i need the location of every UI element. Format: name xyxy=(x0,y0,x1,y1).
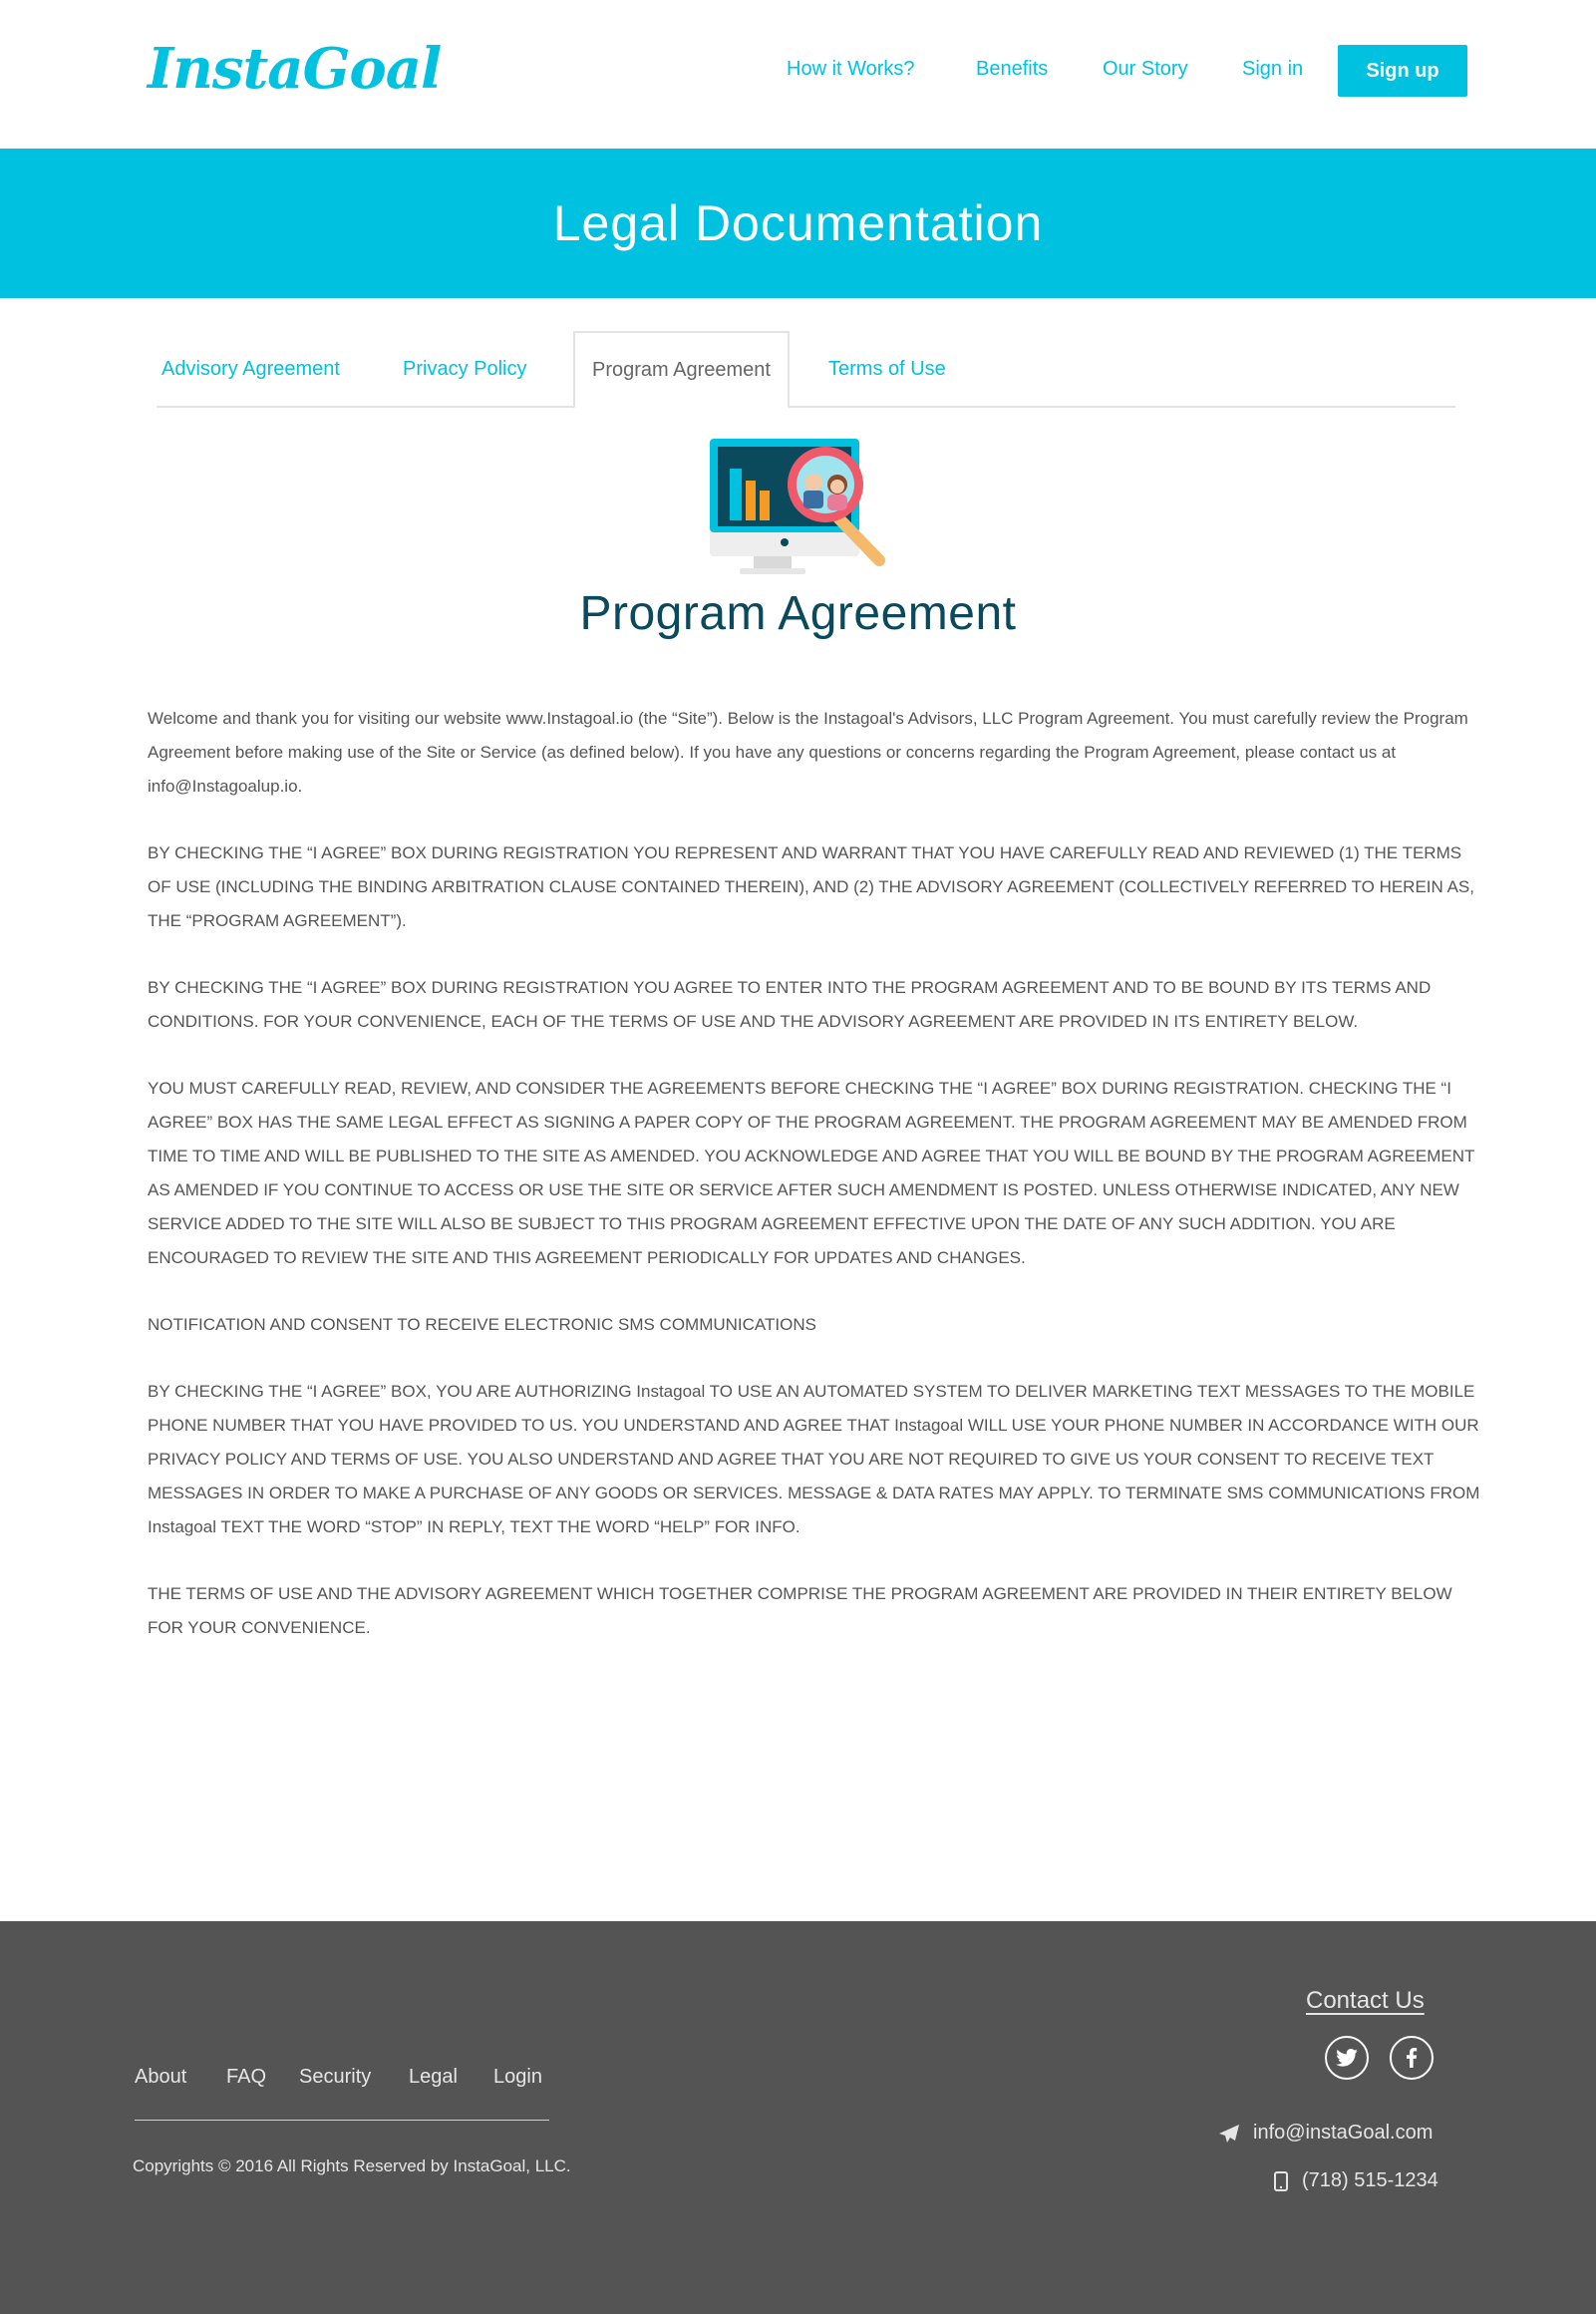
document-title: Program Agreement xyxy=(579,587,1017,640)
nav-our-story[interactable]: Our Story xyxy=(1103,58,1188,81)
mobile-phone-icon xyxy=(1274,2170,1288,2191)
site-header: InstaGoal How it Works? Benefits Our Sto… xyxy=(0,0,1596,149)
footer-link-login[interactable]: Login xyxy=(493,2066,542,2089)
tab-privacy-policy[interactable]: Privacy Policy xyxy=(403,331,526,407)
paragraph: Welcome and thank you for visiting our w… xyxy=(148,709,1468,796)
footer-link-security[interactable]: Security xyxy=(299,2066,371,2089)
contact-email-text: info@instaGoal.com xyxy=(1253,2122,1434,2144)
logo[interactable]: InstaGoal xyxy=(148,36,442,102)
contact-phone[interactable]: (718) 515-1234 xyxy=(1274,2169,1438,2192)
monitor-search-illustration xyxy=(710,439,885,574)
paragraph: THE TERMS OF USE AND THE ADVISORY AGREEM… xyxy=(148,1584,1452,1637)
contact-email[interactable]: info@instaGoal.com xyxy=(1219,2122,1433,2145)
paragraph: BY CHECKING THE “I AGREE” BOX DURING REG… xyxy=(148,978,1432,1031)
tab-advisory-agreement[interactable]: Advisory Agreement xyxy=(161,331,340,407)
paragraph: BY CHECKING THE “I AGREE” BOX DURING REG… xyxy=(148,843,1474,930)
nav-how-it-works[interactable]: How it Works? xyxy=(787,58,915,81)
paragraph: NOTIFICATION AND CONSENT TO RECEIVE ELEC… xyxy=(148,1315,816,1334)
paragraph: YOU MUST CAREFULLY READ, REVIEW, AND CON… xyxy=(148,1079,1475,1267)
footer-divider xyxy=(135,2120,549,2121)
site-footer: About FAQ Security Legal Login Copyright… xyxy=(0,1921,1596,2314)
footer-link-legal[interactable]: Legal xyxy=(409,2066,458,2089)
signup-button[interactable]: Sign up xyxy=(1338,45,1467,97)
page-title: Legal Documentation xyxy=(552,195,1044,251)
paragraph: BY CHECKING THE “I AGREE” BOX, YOU ARE A… xyxy=(148,1382,1480,1536)
tabs-divider xyxy=(157,406,1455,408)
footer-link-faq[interactable]: FAQ xyxy=(226,2066,266,2089)
tab-terms-of-use[interactable]: Terms of Use xyxy=(828,331,946,407)
page-banner: Legal Documentation xyxy=(0,149,1596,298)
tab-program-agreement[interactable]: Program Agreement xyxy=(573,331,790,409)
footer-link-about[interactable]: About xyxy=(135,2066,186,2089)
nav-sign-in[interactable]: Sign in xyxy=(1242,58,1303,81)
contact-phone-text: (718) 515-1234 xyxy=(1302,2169,1438,2191)
twitter-icon[interactable] xyxy=(1325,2036,1369,2080)
document-body: Welcome and thank you for visiting our w… xyxy=(148,702,1483,1678)
nav-benefits[interactable]: Benefits xyxy=(976,58,1048,81)
paper-plane-icon xyxy=(1219,2124,1239,2143)
contact-us-link[interactable]: Contact Us xyxy=(1306,1987,1425,2015)
copyright: Copyrights © 2016 All Rights Reserved by… xyxy=(133,2156,571,2175)
facebook-icon[interactable] xyxy=(1390,2036,1434,2080)
